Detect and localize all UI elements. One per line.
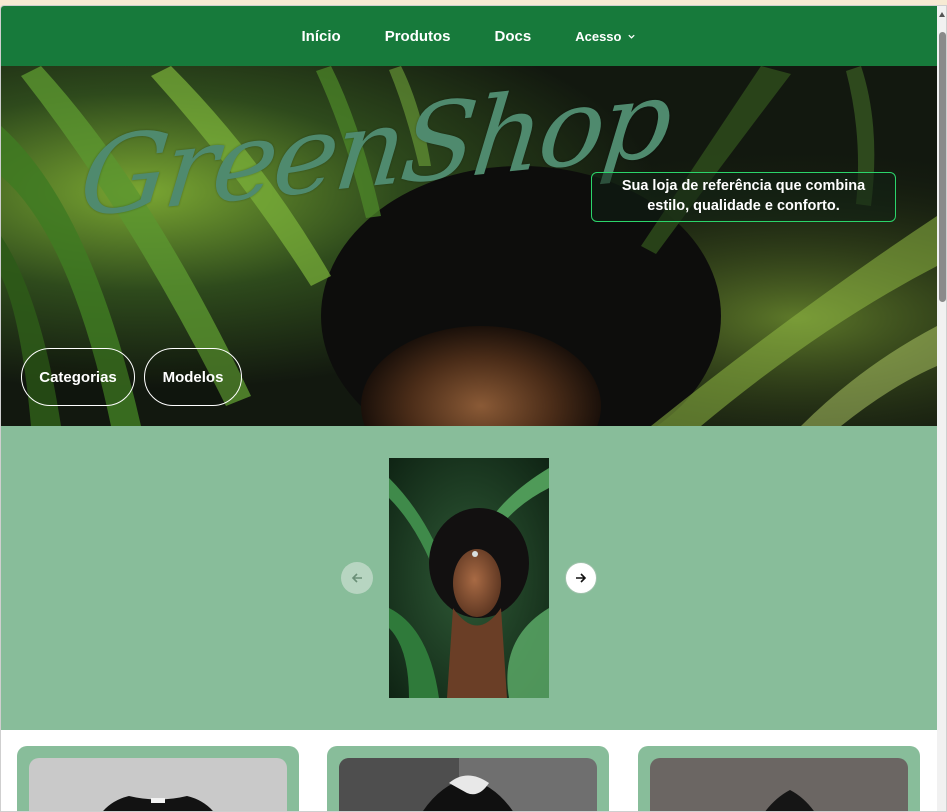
carousel-next-button[interactable] [565, 562, 597, 594]
carousel-prev-button[interactable] [341, 562, 373, 594]
hero-tagline: Sua loja de referência que combina estil… [591, 172, 896, 222]
scroll-up-arrow-icon[interactable] [939, 12, 945, 17]
product-card[interactable] [638, 746, 920, 811]
browser-window: Início Produtos Docs Acesso GreenShop Su… [0, 5, 947, 812]
models-button[interactable]: Modelos [144, 348, 242, 406]
carousel-slide-image [389, 458, 549, 698]
product-image [339, 758, 597, 811]
nav-link-docs[interactable]: Docs [473, 28, 554, 45]
chevron-down-icon [628, 34, 636, 39]
vertical-scrollbar[interactable] [937, 6, 946, 811]
nav-dropdown-acesso[interactable]: Acesso [553, 29, 658, 44]
page: Início Produtos Docs Acesso GreenShop Su… [1, 6, 937, 811]
nav-link-inicio[interactable]: Início [280, 28, 363, 45]
image-carousel [1, 426, 937, 730]
scrollbar-thumb[interactable] [939, 32, 946, 302]
nav-link-produtos[interactable]: Produtos [363, 28, 473, 45]
arrow-left-icon [351, 573, 362, 583]
product-grid [1, 730, 937, 811]
nav-dropdown-label: Acesso [575, 28, 622, 44]
product-image [650, 758, 908, 811]
brand-logo: GreenShop [74, 66, 674, 296]
product-image [29, 758, 287, 811]
hero-banner: GreenShop Sua loja de referência que com… [1, 66, 937, 426]
categories-button[interactable]: Categorias [21, 348, 135, 406]
arrow-right-icon [576, 573, 587, 583]
product-card[interactable] [327, 746, 609, 811]
product-card[interactable] [17, 746, 299, 811]
top-navbar: Início Produtos Docs Acesso [1, 6, 937, 66]
